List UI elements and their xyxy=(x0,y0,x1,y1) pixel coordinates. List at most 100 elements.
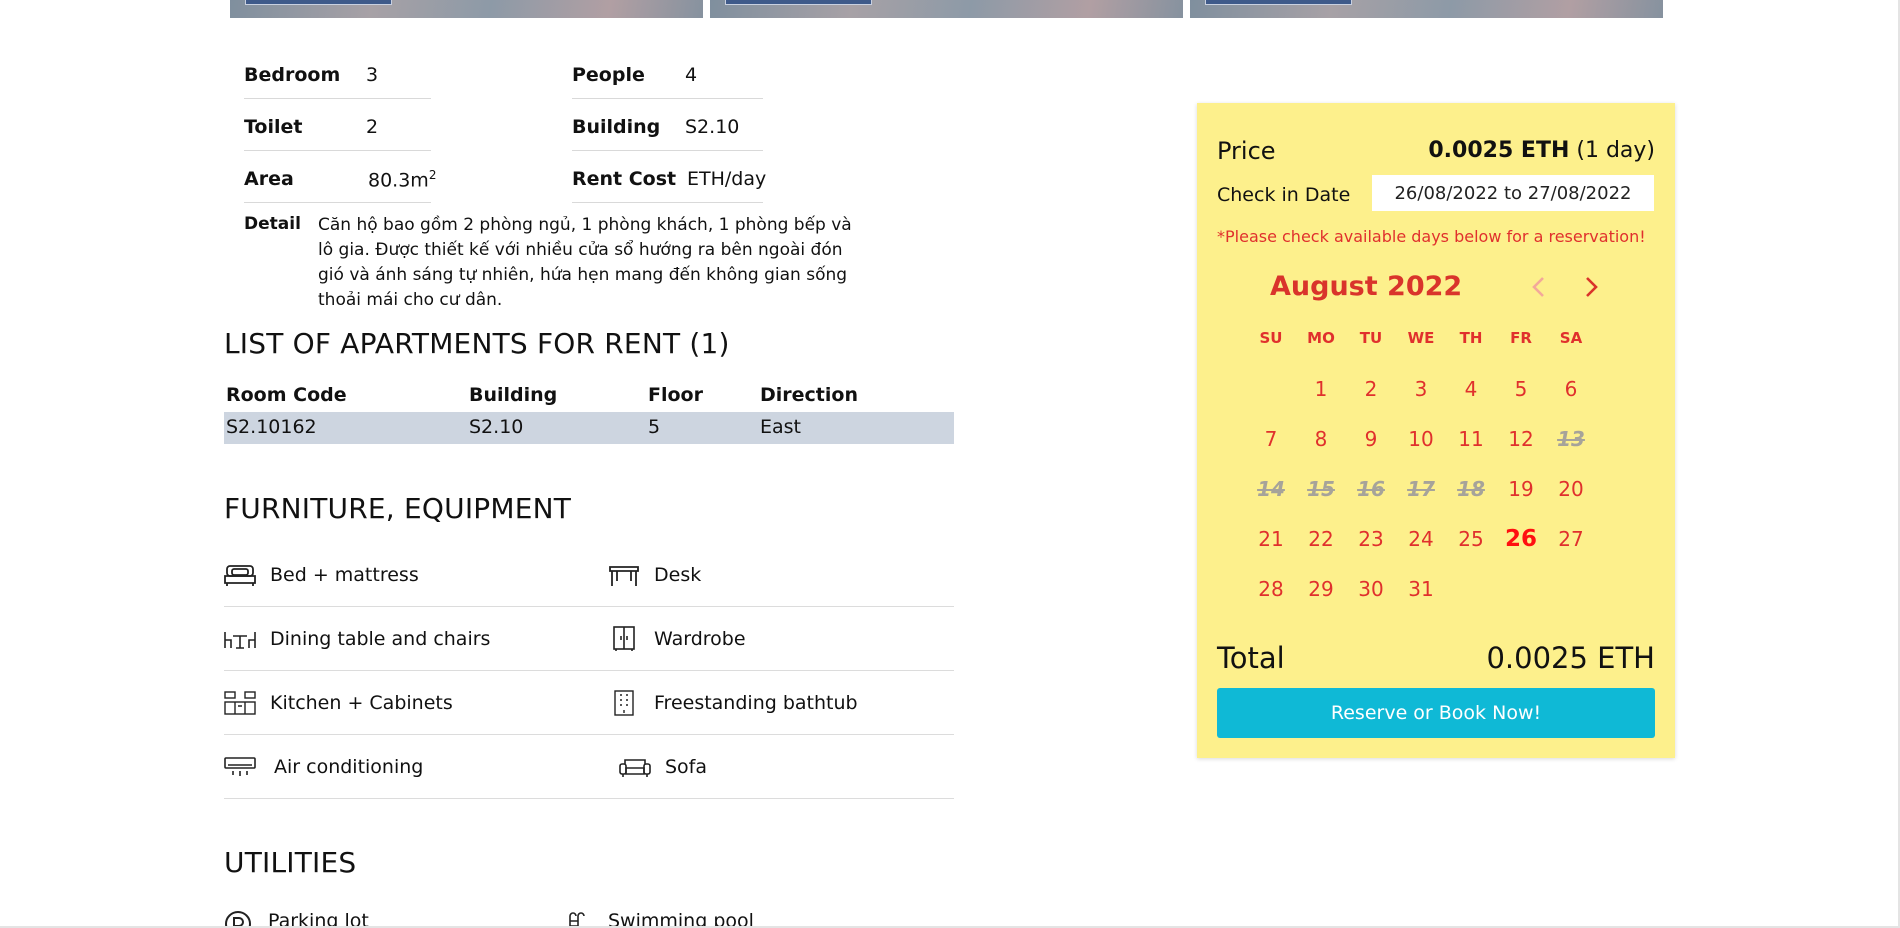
spec-row-bedroom: Bedroom 3 xyxy=(244,46,431,99)
spec-value: 3 xyxy=(366,64,379,86)
weekday-header: TH xyxy=(1459,329,1483,347)
spec-label: Toilet xyxy=(244,116,303,138)
calendar-day[interactable]: 11 xyxy=(1449,421,1493,457)
calendar-day[interactable]: 6 xyxy=(1549,371,1593,407)
sofa-icon xyxy=(619,758,651,777)
calendar-day: 17 xyxy=(1407,477,1435,501)
total-label: Total xyxy=(1217,641,1285,675)
calendar-day[interactable]: 20 xyxy=(1549,471,1593,507)
spec-value: ETH/day xyxy=(687,168,767,190)
calendar-day[interactable]: 5 xyxy=(1499,371,1543,407)
cell-floor: 5 xyxy=(648,416,661,438)
utilities-list: Parking lot Swimming pool xyxy=(224,906,924,928)
list-item: Wardrobe xyxy=(608,607,746,670)
column-header: Floor xyxy=(648,384,703,406)
cell-direction: East xyxy=(760,416,801,438)
calendar-day[interactable]: 21 xyxy=(1249,521,1293,557)
weekday-header: MO xyxy=(1307,329,1335,347)
furniture-label: Dining table and chairs xyxy=(270,627,491,650)
furniture-label: Wardrobe xyxy=(654,627,746,650)
furniture-list: Bed + mattress Desk Dining table and cha… xyxy=(224,543,954,799)
spec-value: 2 xyxy=(366,116,379,138)
spec-row-people: People 4 xyxy=(572,46,763,99)
spec-value: 4 xyxy=(685,64,698,86)
apartment-photo[interactable] xyxy=(1190,0,1663,18)
calendar-day[interactable]: 1 xyxy=(1299,371,1343,407)
checkin-date-input[interactable] xyxy=(1372,175,1654,211)
photo-gallery xyxy=(230,0,1663,18)
calendar-day[interactable]: 25 xyxy=(1449,521,1493,557)
calendar-day[interactable]: 27 xyxy=(1549,521,1593,557)
calendar-day[interactable]: 4 xyxy=(1449,371,1493,407)
weekday-header: TU xyxy=(1359,329,1383,347)
booking-panel: Price 0.0025 ETH (1 day) Check in Date *… xyxy=(1197,103,1675,758)
calendar-day[interactable]: 19 xyxy=(1499,471,1543,507)
calendar-day[interactable]: 12 xyxy=(1499,421,1543,457)
spec-row-building: Building S2.10 xyxy=(572,98,763,151)
weekday-header: WE xyxy=(1407,329,1435,347)
wardrobe-icon xyxy=(613,625,635,651)
calendar-day[interactable]: 3 xyxy=(1399,371,1443,407)
furniture-label: Freestanding bathtub xyxy=(654,691,858,714)
spec-label: Rent Cost xyxy=(572,168,677,190)
calendar-day[interactable]: 28 xyxy=(1249,571,1293,607)
calendar-day: 13 xyxy=(1557,427,1585,451)
cell-room-code: S2.10162 xyxy=(226,416,317,438)
detail-text: Căn hộ bao gồm 2 phòng ngủ, 1 phòng khác… xyxy=(318,215,852,310)
calendar-day[interactable]: 29 xyxy=(1299,571,1343,607)
detail-label: Detail xyxy=(244,214,301,234)
list-item: Sofa xyxy=(619,735,707,798)
table-header: Room Code Building Floor Direction xyxy=(224,380,954,412)
air-conditioner-icon xyxy=(224,756,256,776)
list-item: Bed + mattress xyxy=(224,543,419,606)
furniture-label: Air conditioning xyxy=(274,755,424,778)
calendar-day[interactable]: 9 xyxy=(1349,421,1393,457)
calendar-day[interactable]: 8 xyxy=(1299,421,1343,457)
weekday-header: FR xyxy=(1510,329,1532,347)
furniture-row: Bed + mattress Desk xyxy=(224,543,954,607)
calendar-day-selected[interactable]: 26 xyxy=(1499,521,1543,557)
calendar-day: 14 xyxy=(1257,477,1285,501)
spec-value: S2.10 xyxy=(685,116,740,138)
calendar-day[interactable]: 7 xyxy=(1249,421,1293,457)
calendar-day: 15 xyxy=(1307,477,1335,501)
price-value: 0.0025 ETH (1 day) xyxy=(1428,138,1655,163)
checkin-label: Check in Date xyxy=(1217,184,1351,206)
desk-icon xyxy=(609,565,639,586)
weekday-header: SA xyxy=(1559,329,1583,347)
total-value: 0.0025 ETH xyxy=(1486,641,1655,675)
dining-table-icon xyxy=(224,631,256,649)
furniture-row: Air conditioning Sofa xyxy=(224,735,954,799)
reserve-button[interactable]: Reserve or Book Now! xyxy=(1217,688,1655,738)
weekday-header: SU xyxy=(1259,329,1283,347)
calendar-day[interactable]: 23 xyxy=(1349,521,1393,557)
calendar-day[interactable]: 31 xyxy=(1399,571,1443,607)
chevron-right-icon xyxy=(1586,277,1598,297)
calendar-day[interactable]: 2 xyxy=(1349,371,1393,407)
spec-label: Building xyxy=(572,116,661,138)
apartment-photo[interactable] xyxy=(710,0,1183,18)
price-label: Price xyxy=(1217,137,1276,165)
kitchen-icon xyxy=(224,690,256,715)
spec-label: Bedroom xyxy=(244,64,341,86)
apartment-photo[interactable] xyxy=(230,0,703,18)
spec-row-toilet: Toilet 2 xyxy=(244,98,431,151)
furniture-label: Kitchen + Cabinets xyxy=(270,691,453,714)
calendar-day[interactable]: 10 xyxy=(1399,421,1443,457)
spec-row-rent-cost: Rent Cost ETH/day xyxy=(572,150,767,203)
calendar-day[interactable]: 30 xyxy=(1349,571,1393,607)
next-month-button[interactable] xyxy=(1575,271,1607,303)
rent-list-title: LIST OF APARTMENTS FOR RENT (1) xyxy=(224,327,730,360)
furniture-title: FURNITURE, EQUIPMENT xyxy=(224,492,572,525)
calendar-day[interactable]: 24 xyxy=(1399,521,1443,557)
column-header: Building xyxy=(469,384,558,406)
utilities-title: UTILITIES xyxy=(224,846,357,879)
bathtub-icon xyxy=(614,689,634,716)
calendar-day: 18 xyxy=(1457,477,1485,501)
furniture-row: Dining table and chairs Wardrobe xyxy=(224,607,954,671)
list-item: Freestanding bathtub xyxy=(608,671,858,734)
table-row[interactable]: S2.10162 S2.10 5 East xyxy=(224,412,954,444)
spec-label: People xyxy=(572,64,645,86)
calendar-day[interactable]: 22 xyxy=(1299,521,1343,557)
prev-month-button[interactable] xyxy=(1523,271,1555,303)
